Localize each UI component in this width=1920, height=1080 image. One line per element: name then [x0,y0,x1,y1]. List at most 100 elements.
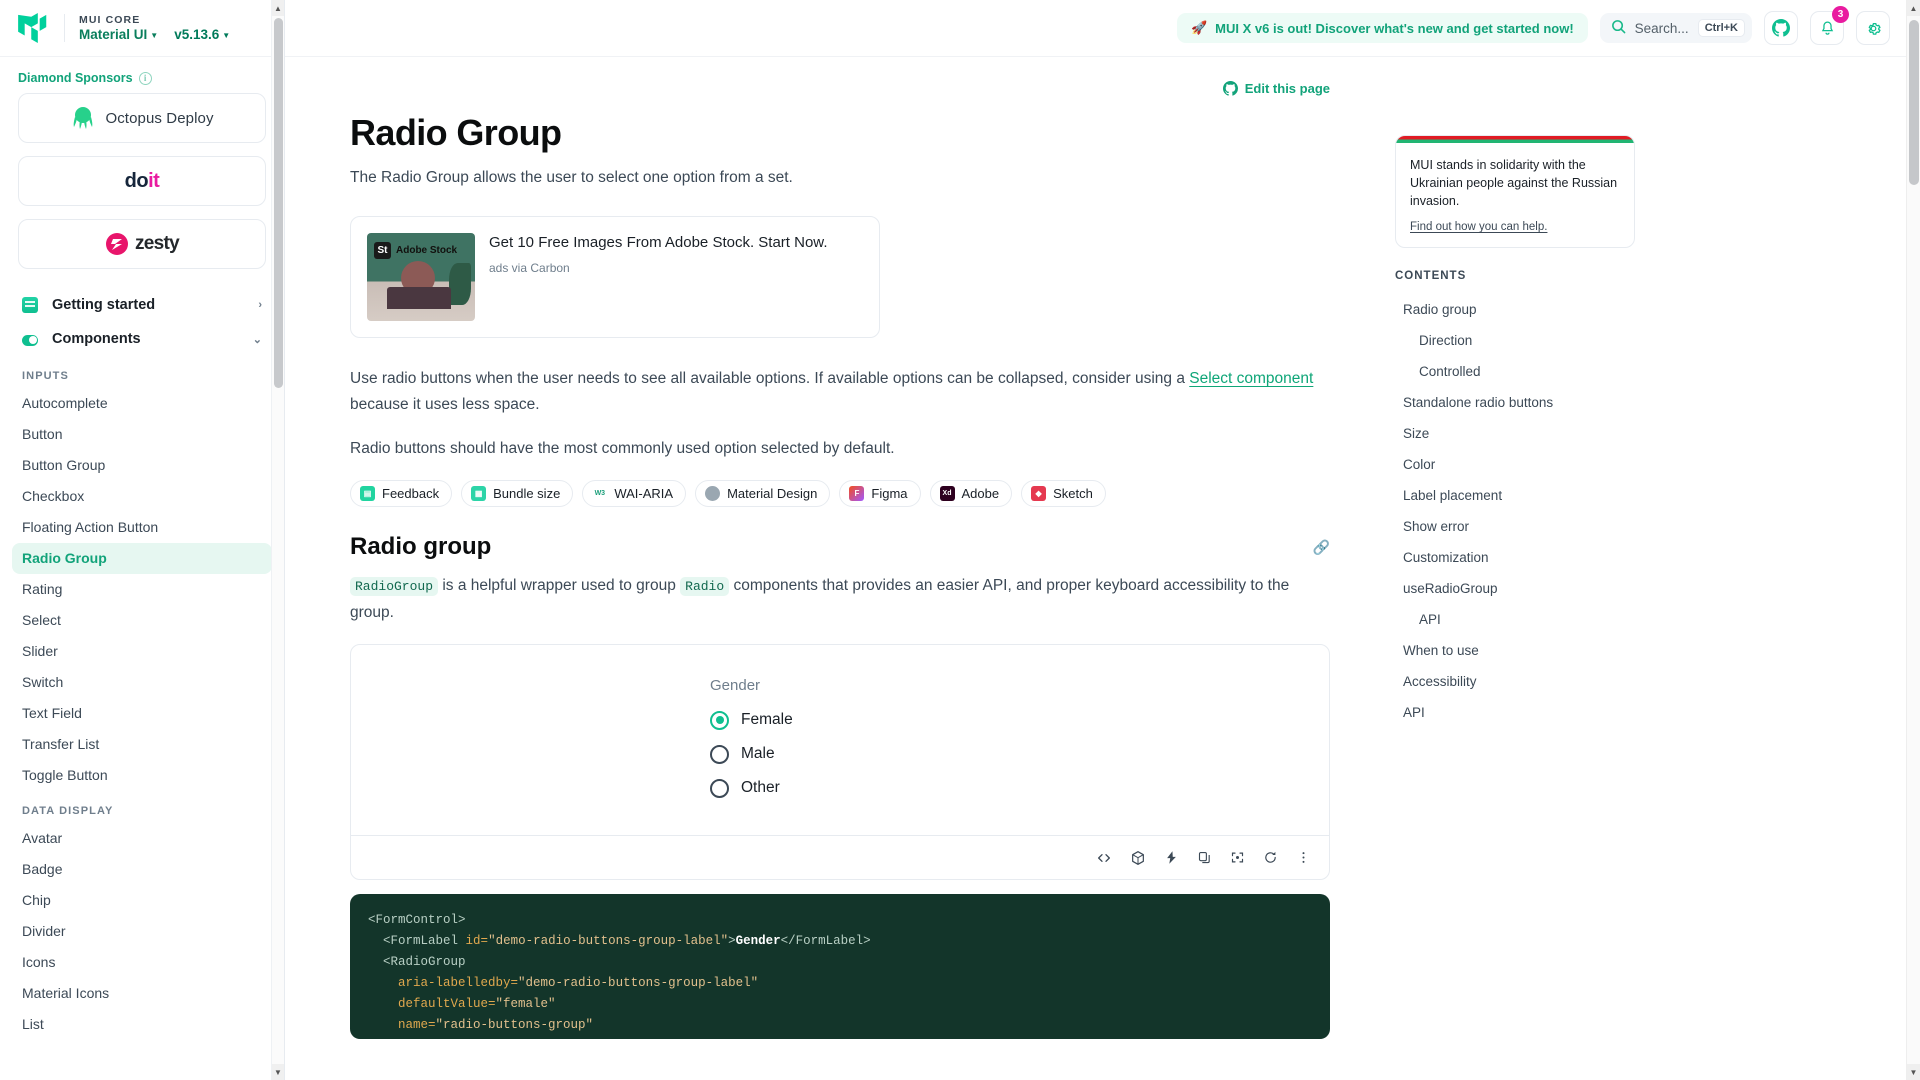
toc-item-customization[interactable]: Customization [1395,542,1635,573]
chip-figma[interactable]: F Figma [839,480,921,507]
toc-item-accessibility[interactable]: Accessibility [1395,666,1635,697]
sidebar-item-rating[interactable]: Rating [12,574,272,605]
table-of-contents: MUI stands in solidarity with the Ukrain… [1385,57,1655,1039]
radio-option-female[interactable]: Female [710,703,970,737]
sidebar-item-chip[interactable]: Chip [12,885,272,916]
sponsor-doit[interactable]: doit [18,156,266,206]
scroll-down-arrow-icon[interactable]: ▼ [1907,1064,1920,1080]
toc-item-api-sub[interactable]: API [1395,604,1635,635]
sidebar-scroll-thumb[interactable] [274,18,283,388]
ad-title: Get 10 Free Images From Adobe Stock. Sta… [489,234,828,251]
rocket-icon: 🚀 [1190,20,1208,35]
stackblitz-icon[interactable] [1164,850,1179,865]
product-selector[interactable]: Material UI ▼ [79,27,158,42]
sidebar-item-radio-group[interactable]: Radio Group [12,543,272,574]
radio-button-icon[interactable] [710,710,729,730]
chip-material-design[interactable]: Material Design [695,480,831,507]
sidebar-item-divider[interactable]: Divider [12,916,272,947]
resource-chips: ▤ Feedback ▦ Bundle size W3 WAI-ARIA Mat… [350,480,1330,507]
sidebar-item-badge[interactable]: Badge [12,854,272,885]
link-anchor-icon[interactable]: 🔗 [1313,539,1330,556]
sidebar-item-components[interactable]: Components ⌄ [12,322,272,356]
toc-item-when-to-use[interactable]: When to use [1395,635,1635,666]
toc-item-api[interactable]: API [1395,697,1635,728]
fullscreen-icon[interactable] [1230,850,1245,865]
bundle-icon: ▦ [471,486,487,501]
code-sample[interactable]: <FormControl> <FormLabel id="demo-radio-… [350,894,1330,1039]
radio-option-other[interactable]: Other [710,771,970,805]
chip-feedback[interactable]: ▤ Feedback [350,480,453,507]
toc-item-radio-group[interactable]: Radio group [1395,294,1635,325]
radio-option-male[interactable]: Male [710,737,970,771]
promo-banner-link[interactable]: 🚀 MUI X v6 is out! Discover what's new a… [1176,13,1588,43]
toc-item-color[interactable]: Color [1395,449,1635,480]
toc-item-controlled[interactable]: Controlled [1395,356,1635,387]
diamond-sponsors-heading: Diamond Sponsors i [0,57,284,93]
material-design-icon [705,486,721,501]
top-bar: 🚀 MUI X v6 is out! Discover what's new a… [285,0,1920,57]
toc-item-label-placement[interactable]: Label placement [1395,480,1635,511]
page-scroll-thumb[interactable] [1909,20,1919,185]
search-input[interactable]: Search... Ctrl+K [1599,13,1752,43]
version-label: v5.13.6 [174,27,220,42]
codesandbox-icon[interactable] [1130,850,1146,866]
sidebar-item-icons[interactable]: Icons [12,947,272,978]
sidebar-item-select[interactable]: Select [12,605,272,636]
edit-this-page-link[interactable]: Edit this page [350,81,1330,96]
sidebar-item-button[interactable]: Button [12,419,272,450]
radio-button-icon[interactable] [710,744,729,764]
chip-sketch[interactable]: ◆ Sketch [1021,480,1106,507]
sidebar-item-toggle-button[interactable]: Toggle Button [12,760,272,791]
info-icon[interactable]: i [138,71,152,85]
sidebar-item-avatar[interactable]: Avatar [12,823,272,854]
sponsor-octopus-deploy[interactable]: Octopus Deploy [18,93,266,143]
radio-button-icon[interactable] [710,778,729,798]
sidebar-item-autocomplete[interactable]: Autocomplete [12,388,272,419]
book-icon [22,297,38,313]
toc-item-size[interactable]: Size [1395,418,1635,449]
ad-source: ads via Carbon [489,261,570,275]
github-button[interactable] [1764,11,1798,45]
select-component-link[interactable]: Select component [1189,370,1313,387]
toc-item-standalone-radio-buttons[interactable]: Standalone radio buttons [1395,387,1635,418]
chip-bundle-size[interactable]: ▦ Bundle size [461,480,574,507]
sidebar-item-material-icons[interactable]: Material Icons [12,978,272,1009]
sidebar-item-getting-started[interactable]: Getting started › [12,288,272,322]
more-options-icon[interactable] [1296,850,1311,865]
carbon-ad[interactable]: St Adobe Stock Get 10 Free Images From A… [350,216,880,338]
reset-focus-icon[interactable] [1263,850,1278,865]
sidebar-item-switch[interactable]: Switch [12,667,272,698]
scroll-down-arrow-icon[interactable]: ▼ [272,1064,284,1080]
copy-icon[interactable] [1197,850,1212,865]
scroll-up-arrow-icon[interactable]: ▲ [272,0,284,16]
toc-item-direction[interactable]: Direction [1395,325,1635,356]
sidebar-item-floating-action-button[interactable]: Floating Action Button [12,512,272,543]
sidebar-item-slider[interactable]: Slider [12,636,272,667]
sidebar-item-checkbox[interactable]: Checkbox [12,481,272,512]
chip-adobe[interactable]: Xd Adobe [929,480,1013,507]
sidebar-item-transfer-list[interactable]: Transfer List [12,729,272,760]
sidebar-item-list[interactable]: List [12,1009,272,1040]
sidebar-item-text-field[interactable]: Text Field [12,698,272,729]
toc-item-useradiogroup[interactable]: useRadioGroup [1395,573,1635,604]
sidebar-scrollbar[interactable]: ▲ ▼ [271,0,284,1080]
page-scrollbar[interactable]: ▲ ▼ [1906,0,1920,1080]
sponsor-zesty[interactable]: zesty [18,219,266,269]
scroll-up-arrow-icon[interactable]: ▲ [1907,0,1920,16]
search-icon [1611,19,1626,37]
zesty-mark-icon [105,233,128,255]
notifications-button[interactable]: 3 [1810,6,1849,45]
settings-button[interactable] [1856,11,1890,45]
article: Edit this page Radio Group The Radio Gro… [285,57,1385,1039]
sidebar-item-button-group[interactable]: Button Group [12,450,272,481]
toc-item-show-error[interactable]: Show error [1395,511,1635,542]
chip-wai-aria[interactable]: W3 WAI-ARIA [582,480,687,507]
solidarity-help-link[interactable]: Find out how you can help. [1410,221,1620,233]
sidebar-brand[interactable]: MUI CORE Material UI ▼ v5.13.6 ▼ [0,0,284,57]
version-selector[interactable]: v5.13.6 ▼ [174,27,230,42]
chip-label: Adobe [961,486,1000,501]
show-source-icon[interactable] [1096,850,1112,866]
page-title: Radio Group [350,112,562,153]
chip-label: Sketch [1053,486,1093,501]
sidebar-navigation: Getting started › Components ⌄ INPUTS Au… [0,282,284,1040]
